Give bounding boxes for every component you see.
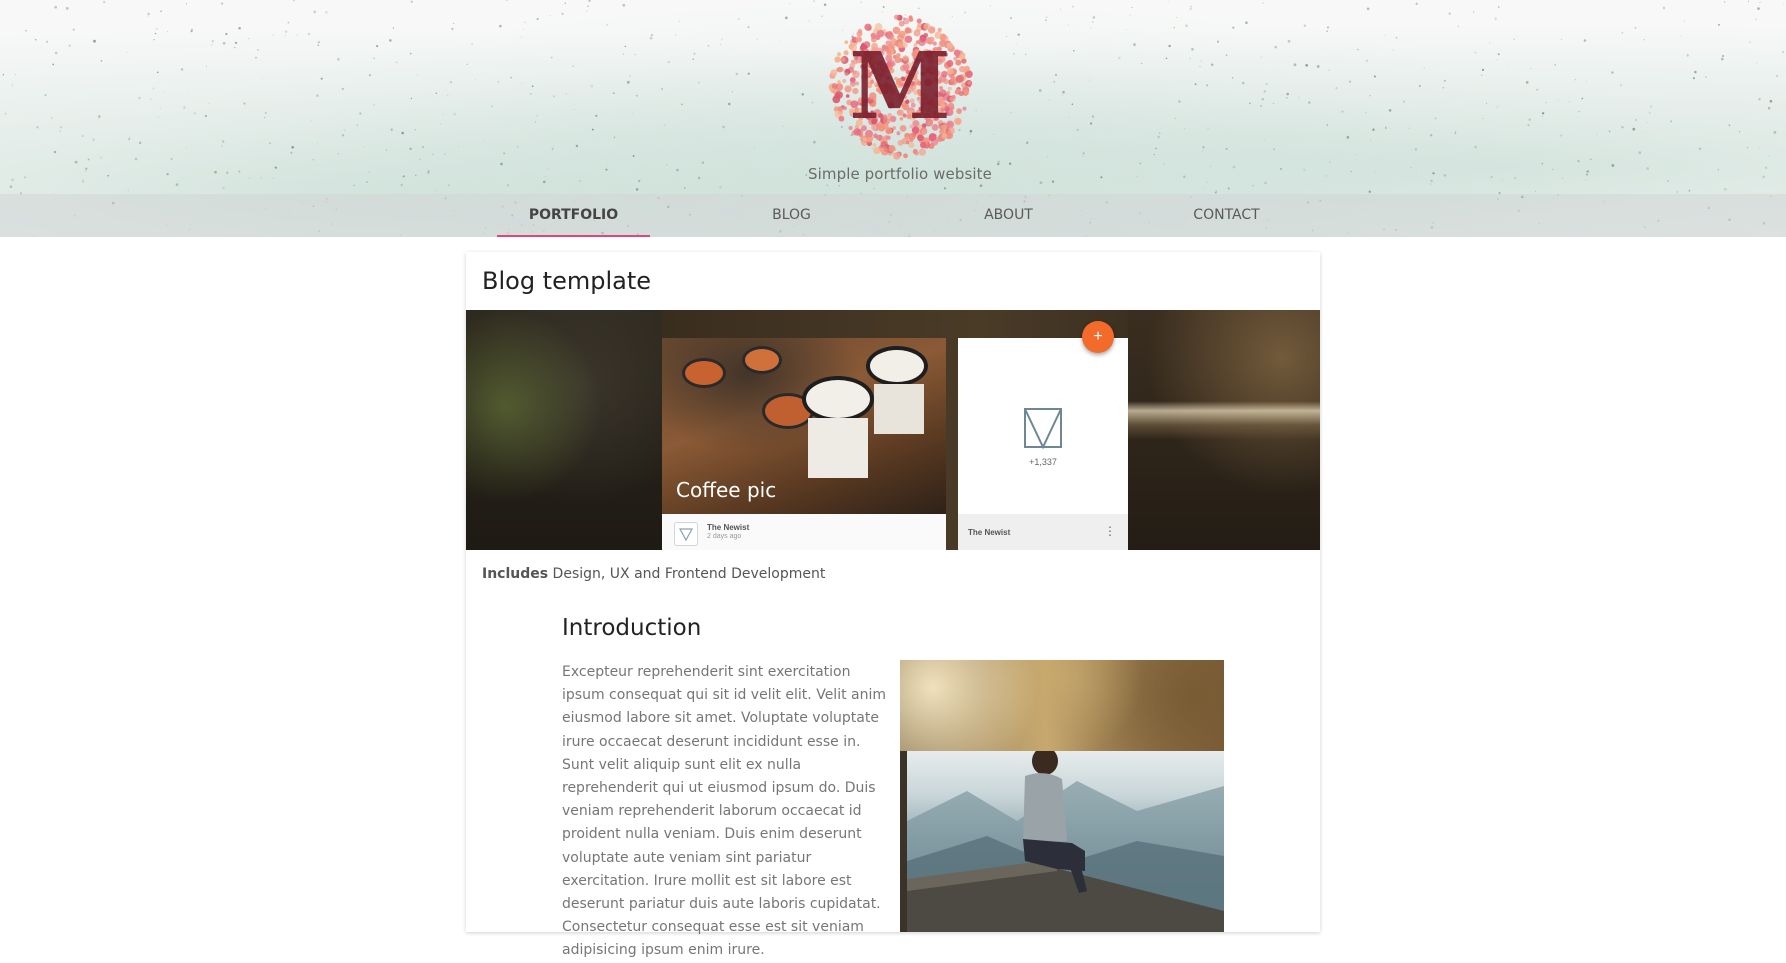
mock-post-card: Coffee pic The Newist 2 days ago — [662, 338, 946, 550]
mock-post-time: 2 days ago — [707, 533, 742, 540]
includes-text: Design, UX and Frontend Development — [552, 566, 826, 582]
nav-item-blog[interactable]: BLOG — [715, 194, 868, 237]
intro-photo-top — [900, 660, 1224, 751]
hero-caption: Coffee pic — [676, 478, 777, 502]
project-title: Blog template — [482, 267, 652, 295]
coffee-mugs-photo: Coffee pic — [662, 338, 946, 514]
mock-profile-name: The Newist — [968, 528, 1011, 537]
main-nav: PORTFOLIO BLOG ABOUT CONTACT — [0, 194, 1786, 237]
site-logo[interactable]: M — [826, 12, 974, 160]
hero-background-right — [1128, 310, 1320, 550]
nav-item-portfolio[interactable]: PORTFOLIO — [497, 194, 650, 237]
more-vert-icon: ⋮ — [1104, 524, 1116, 538]
intro-paragraph: Excepteur reprehenderit sint exercitatio… — [562, 664, 887, 959]
plus-icon: + — [1082, 321, 1114, 353]
project-includes: Includes Design, UX and Frontend Develop… — [482, 566, 825, 582]
logo-letter: M — [849, 32, 951, 140]
intro-heading: Introduction — [562, 615, 702, 641]
mock-profile-footer: The Newist ⋮ — [958, 514, 1128, 550]
mock-profile-card: +1,337 The Newist ⋮ — [958, 338, 1128, 550]
nav-item-contact[interactable]: CONTACT — [1150, 194, 1303, 237]
site-tagline: Simple portfolio website — [808, 165, 992, 183]
intro-photo-bottom — [907, 751, 1224, 932]
nav-item-about[interactable]: ABOUT — [932, 194, 1085, 237]
newist-logo-icon — [1024, 408, 1062, 450]
mock-follower-count: +1,337 — [1029, 457, 1057, 467]
site-header: M Simple portfolio website PORTFOLIO BLO… — [0, 0, 1786, 237]
project-card: Blog template Coffee pic The Newist 2 da… — [466, 252, 1320, 958]
hero-background-left — [466, 310, 662, 550]
mock-author-name: The Newist — [707, 523, 750, 532]
mock-card-footer: The Newist 2 days ago — [662, 514, 946, 550]
newist-logo-icon — [674, 522, 698, 546]
project-hero-image: Coffee pic The Newist 2 days ago +1,337 … — [466, 310, 1320, 550]
intro-photo-man-on-wall — [900, 660, 1224, 932]
includes-label: Includes — [482, 566, 549, 582]
